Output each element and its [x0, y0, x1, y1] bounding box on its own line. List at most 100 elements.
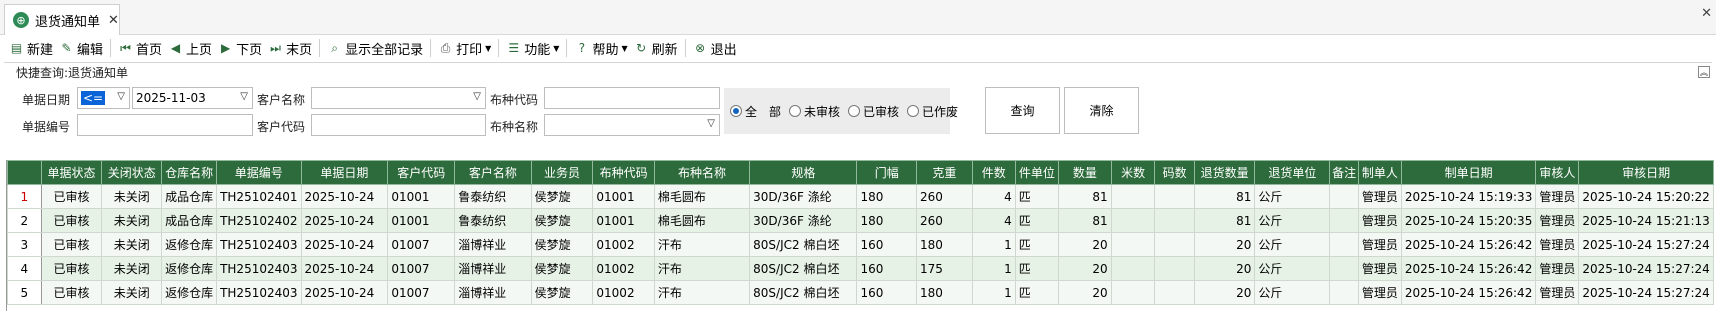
table-cell[interactable]: 未关闭: [101, 208, 163, 233]
column-header[interactable]: 客户代码: [387, 160, 456, 185]
table-cell[interactable]: TH25102402: [216, 208, 302, 233]
table-cell[interactable]: 管理员: [1535, 280, 1580, 305]
table-cell[interactable]: 匹: [1014, 208, 1060, 233]
table-cell[interactable]: 2025-10-24: [300, 208, 389, 233]
table-cell[interactable]: 2025-10-24 15:20:35: [1400, 208, 1537, 233]
column-header[interactable]: 客户名称: [454, 160, 532, 185]
table-cell[interactable]: 侯梦旋: [530, 184, 594, 209]
table-cell[interactable]: 管理员: [1535, 184, 1580, 209]
column-header[interactable]: 退货数量: [1193, 160, 1256, 185]
table-cell[interactable]: 匹: [1014, 256, 1060, 281]
table-cell[interactable]: 01002: [592, 232, 655, 257]
table-cell[interactable]: 260: [915, 208, 973, 233]
table-cell[interactable]: 180: [856, 184, 917, 209]
table-cell[interactable]: 公斤: [1254, 208, 1331, 233]
table-cell[interactable]: 4: [971, 184, 1016, 209]
table-cell[interactable]: 汗布: [653, 280, 751, 305]
column-header[interactable]: 单据日期: [300, 160, 389, 185]
column-header[interactable]: 件数: [971, 160, 1016, 185]
table-cell[interactable]: 淄博祥业: [454, 280, 532, 305]
table-cell[interactable]: 01007: [387, 280, 456, 305]
table-cell[interactable]: 2025-10-24 15:27:24: [1578, 280, 1714, 305]
table-cell[interactable]: [1154, 256, 1195, 281]
table-cell[interactable]: 2025-10-24 15:26:42: [1400, 280, 1537, 305]
table-cell[interactable]: 侯梦旋: [530, 256, 594, 281]
table-cell[interactable]: 4: [971, 208, 1016, 233]
table-row[interactable]: 2 已审核 未关闭 成品仓库 TH25102402 2025-10-24 01001 鲁泰纺织…: [7, 208, 1714, 233]
column-header[interactable]: 备注: [1329, 160, 1359, 185]
table-cell[interactable]: [1110, 232, 1156, 257]
table-cell[interactable]: 未关闭: [101, 184, 163, 209]
table-cell[interactable]: 2025-10-24 15:21:13: [1578, 208, 1714, 233]
table-cell[interactable]: [1329, 232, 1359, 257]
search-button[interactable]: 查询: [985, 87, 1060, 134]
table-cell[interactable]: 30D/36F 涤纶: [749, 208, 858, 233]
date-operator-select[interactable]: <= ▽: [77, 87, 130, 109]
column-header[interactable]: 审核人: [1535, 160, 1580, 185]
table-cell[interactable]: 80S/JC2 棉白坯: [749, 280, 858, 305]
clear-button[interactable]: 清除: [1064, 87, 1139, 134]
status-radio-voided[interactable]: 已作废: [907, 103, 958, 120]
table-cell[interactable]: 已审核: [40, 256, 103, 281]
prev-page-button[interactable]: ◀ 上页: [165, 37, 215, 59]
table-cell[interactable]: 返修仓库: [161, 280, 218, 305]
table-cell[interactable]: [1154, 208, 1195, 233]
table-cell[interactable]: 2025-10-24 15:19:33: [1400, 184, 1537, 209]
column-header[interactable]: 单据状态: [40, 160, 103, 185]
status-radio-approved[interactable]: 已审核: [848, 103, 899, 120]
table-cell[interactable]: 2025-10-24 15:27:24: [1578, 232, 1714, 257]
table-cell[interactable]: 2025-10-24: [300, 184, 389, 209]
column-header[interactable]: 退货单位: [1254, 160, 1331, 185]
table-cell[interactable]: 20: [1193, 256, 1256, 281]
fabric-name-select[interactable]: ▽: [544, 114, 720, 136]
table-cell[interactable]: 20: [1058, 280, 1112, 305]
table-row[interactable]: 1 已审核 未关闭 成品仓库 TH25102401 2025-10-24 01001 鲁泰纺织…: [7, 184, 1714, 209]
status-radio-unapproved[interactable]: 未审核: [789, 103, 840, 120]
table-cell[interactable]: 180: [915, 280, 973, 305]
table-cell[interactable]: [1329, 256, 1359, 281]
table-cell[interactable]: 175: [915, 256, 973, 281]
table-cell[interactable]: 汗布: [653, 256, 751, 281]
table-cell[interactable]: 棉毛圆布: [653, 208, 751, 233]
column-header[interactable]: 规格: [749, 160, 858, 185]
table-cell[interactable]: 管理员: [1357, 232, 1402, 257]
table-cell[interactable]: 汗布: [653, 232, 751, 257]
table-cell[interactable]: 20: [1193, 232, 1256, 257]
table-cell[interactable]: 淄博祥业: [454, 232, 532, 257]
table-cell[interactable]: [1110, 208, 1156, 233]
collapse-icon[interactable]: ︽: [1698, 66, 1710, 78]
table-cell[interactable]: 鲁泰纺织: [454, 184, 532, 209]
table-cell[interactable]: 1: [971, 232, 1016, 257]
table-cell[interactable]: 81: [1058, 208, 1112, 233]
table-cell[interactable]: 20: [1058, 232, 1112, 257]
status-radio-all[interactable]: 全 部: [730, 103, 781, 120]
table-cell[interactable]: 成品仓库: [161, 208, 218, 233]
table-cell[interactable]: 管理员: [1535, 256, 1580, 281]
table-cell[interactable]: 2025-10-24: [300, 280, 389, 305]
table-cell[interactable]: 管理员: [1357, 256, 1402, 281]
column-header[interactable]: 数量: [1058, 160, 1112, 185]
table-cell[interactable]: 公斤: [1254, 232, 1331, 257]
table-cell[interactable]: 未关闭: [101, 256, 163, 281]
table-cell[interactable]: 80S/JC2 棉白坯: [749, 232, 858, 257]
table-cell[interactable]: 01002: [592, 280, 655, 305]
table-cell[interactable]: 20: [1193, 280, 1256, 305]
column-header[interactable]: 仓库名称: [161, 160, 218, 185]
table-cell[interactable]: 20: [1058, 256, 1112, 281]
table-cell[interactable]: 返修仓库: [161, 256, 218, 281]
tab-close-icon[interactable]: ✕: [108, 13, 119, 28]
table-cell[interactable]: 返修仓库: [161, 232, 218, 257]
table-cell[interactable]: 侯梦旋: [530, 280, 594, 305]
column-header[interactable]: 关闭状态: [101, 160, 163, 185]
table-cell[interactable]: TH25102403: [216, 280, 302, 305]
table-cell[interactable]: 260: [915, 184, 973, 209]
table-cell[interactable]: [1329, 184, 1359, 209]
table-cell[interactable]: [1329, 208, 1359, 233]
table-cell[interactable]: [1154, 184, 1195, 209]
table-cell[interactable]: 180: [915, 232, 973, 257]
table-cell[interactable]: 未关闭: [101, 280, 163, 305]
table-cell[interactable]: [1329, 280, 1359, 305]
table-cell[interactable]: 160: [856, 232, 917, 257]
table-cell[interactable]: 80S/JC2 棉白坯: [749, 256, 858, 281]
window-close-icon[interactable]: ✕: [1701, 6, 1712, 21]
